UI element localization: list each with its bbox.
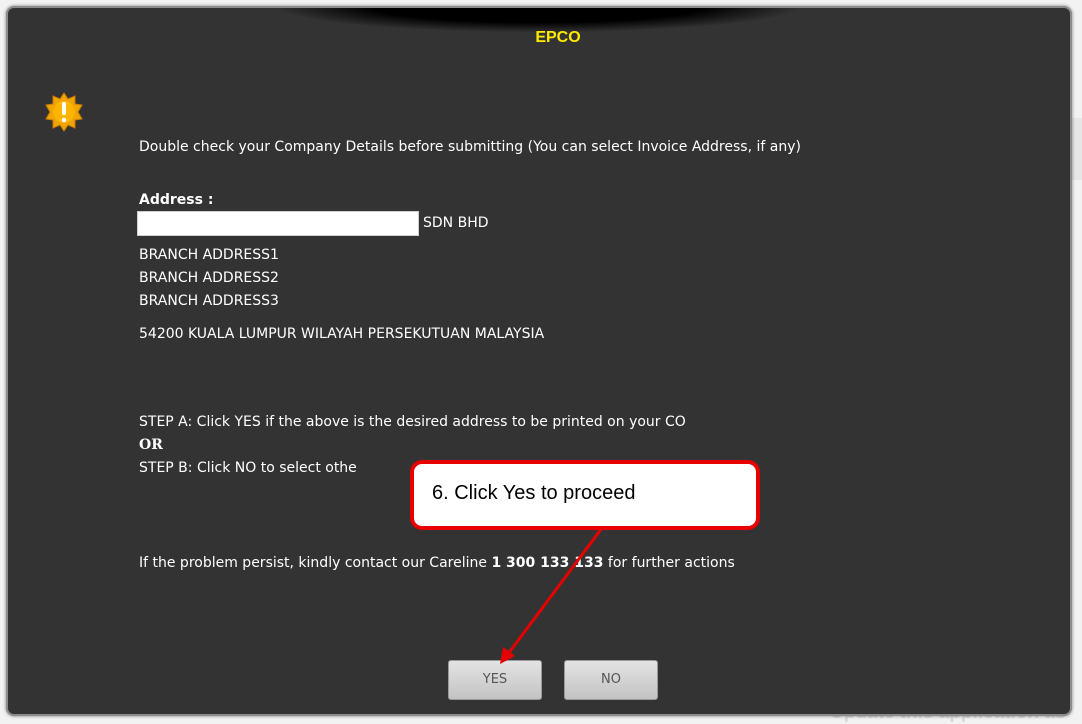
redacted-company-name [137,211,419,236]
careline-suffix: for further actions [603,555,735,571]
annotation-text: 6. Click Yes to proceed [432,482,636,504]
address-label: Address : [139,192,214,208]
warning-icon [45,92,83,132]
address-line-3: BRANCH ADDRESS3 [139,293,279,309]
company-name-suffix: SDN BHD [423,215,489,231]
address-line-2: BRANCH ADDRESS2 [139,270,279,286]
no-button[interactable]: NO [564,660,658,700]
careline-prefix: If the problem persist, kindly contact o… [139,555,492,571]
careline-text: If the problem persist, kindly contact o… [139,555,735,571]
instruction-text: Double check your Company Details before… [139,139,801,155]
step-a-text: STEP A: Click YES if the above is the de… [139,414,686,430]
address-line-1: BRANCH ADDRESS1 [139,247,279,263]
or-text: OR [139,437,163,453]
dialog-title: EPCO [535,29,581,46]
yes-button[interactable]: YES [448,660,542,700]
epco-dialog: EPCO Double check your Company Details b… [6,6,1072,716]
address-line-4: 54200 KUALA LUMPUR WILAYAH PERSEKUTUAN M… [139,326,545,342]
annotation-callout: 6. Click Yes to proceed [410,460,760,530]
careline-number: 1 300 133 133 [491,555,604,571]
step-b-text: STEP B: Click NO to select othe [139,460,357,476]
